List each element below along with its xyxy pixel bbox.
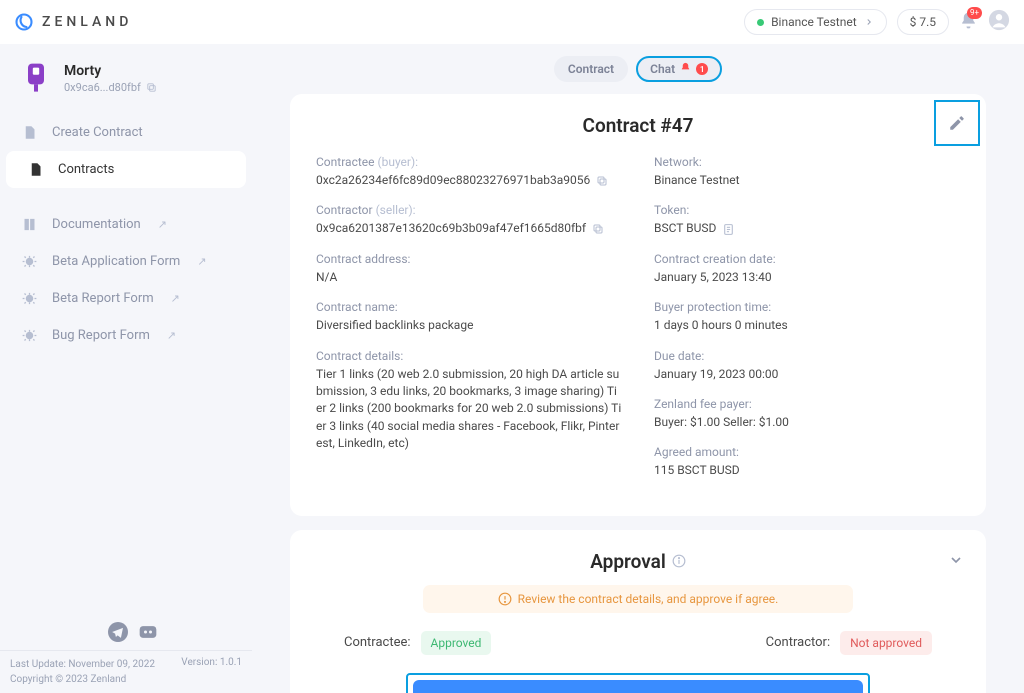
nav-beta-application[interactable]: Beta Application Form ↗ bbox=[0, 243, 252, 280]
fee-label: Zenland fee payer: bbox=[654, 397, 960, 411]
external-link-icon: ↗ bbox=[171, 292, 180, 305]
protection-label: Buyer protection time: bbox=[654, 300, 960, 314]
contractee-label: Contractee (buyer): bbox=[316, 155, 622, 169]
bug-icon bbox=[22, 291, 37, 306]
amount-label: Agreed amount: bbox=[654, 445, 960, 459]
discord-icon[interactable] bbox=[138, 622, 158, 642]
contract-card: Contract #47 Contractee (buyer): 0xc2a26… bbox=[290, 94, 986, 516]
copy-icon[interactable] bbox=[146, 82, 157, 93]
nav: Create Contract Contracts Documentation … bbox=[0, 114, 252, 354]
protection-value: 1 days 0 hours 0 minutes bbox=[654, 317, 960, 334]
contractor-approval: Contractor: Not approved bbox=[766, 631, 932, 655]
balance-display: $ 7.5 bbox=[897, 9, 949, 35]
nav-bug-report[interactable]: Bug Report Form ↗ bbox=[0, 317, 252, 354]
notifications-button[interactable]: 9+ bbox=[959, 11, 978, 34]
collapse-toggle[interactable] bbox=[948, 552, 964, 572]
sidebar: Morty 0x9ca6...d80fbf Create Contract Co… bbox=[0, 44, 252, 693]
brand-text: ZENLAND bbox=[42, 14, 132, 30]
document-icon[interactable] bbox=[722, 223, 735, 236]
fee-value: Buyer: $1.00 Seller: $1.00 bbox=[654, 414, 960, 431]
status-dot-icon bbox=[757, 19, 764, 26]
token-label: Token: bbox=[654, 203, 960, 217]
contract-address-value: N/A bbox=[316, 269, 622, 286]
approve-button-highlight: Approve bbox=[406, 673, 870, 693]
user-avatar-icon bbox=[20, 62, 52, 94]
contractee-address: 0xc2a26234ef6fc89d09ec88023276971bab3a90… bbox=[316, 172, 622, 189]
nav-contracts[interactable]: Contracts bbox=[6, 151, 246, 188]
approved-badge: Approved bbox=[421, 631, 492, 655]
last-update: Last Update: November 09, 2022 bbox=[10, 657, 155, 672]
contractee-approval: Contractee: Approved bbox=[344, 631, 491, 655]
notification-badge: 9+ bbox=[967, 7, 982, 19]
due-value: January 19, 2023 00:00 bbox=[654, 366, 960, 383]
copyright: Copyright © 2023 Zenland bbox=[10, 672, 155, 687]
bug-icon bbox=[22, 328, 37, 343]
contract-name-value: Diversified backlinks package bbox=[316, 317, 622, 334]
nav-documentation[interactable]: Documentation ↗ bbox=[0, 206, 252, 243]
edit-button[interactable] bbox=[934, 100, 980, 146]
bell-small-icon bbox=[680, 62, 691, 76]
sidebar-footer: Last Update: November 09, 2022 Copyright… bbox=[0, 650, 252, 693]
header: ZENLAND Binance Testnet $ 7.5 9+ bbox=[0, 0, 1024, 44]
logo-icon bbox=[14, 12, 34, 32]
network-label: Network: bbox=[654, 155, 960, 169]
approval-title: Approval bbox=[316, 550, 960, 573]
social-links bbox=[88, 614, 252, 650]
bug-icon bbox=[22, 254, 37, 269]
external-link-icon: ↗ bbox=[197, 255, 206, 268]
creation-label: Contract creation date: bbox=[654, 252, 960, 266]
tab-contract[interactable]: Contract bbox=[554, 56, 628, 82]
user-circle-icon bbox=[988, 9, 1010, 31]
contract-details-value: Tier 1 links (20 web 2.0 submission, 20 … bbox=[316, 366, 622, 453]
not-approved-badge: Not approved bbox=[840, 631, 932, 655]
chevron-right-icon bbox=[864, 17, 874, 27]
creation-value: January 5, 2023 13:40 bbox=[654, 269, 960, 286]
chevron-down-icon bbox=[948, 552, 964, 568]
external-link-icon: ↗ bbox=[167, 329, 176, 342]
file-icon bbox=[28, 162, 43, 177]
tab-chat[interactable]: Chat 1 bbox=[636, 56, 722, 82]
amount-value: 115 BSCT BUSD bbox=[654, 462, 960, 479]
token-value: BSCT BUSD bbox=[654, 220, 960, 237]
network-selector[interactable]: Binance Testnet bbox=[744, 9, 887, 35]
alert-icon bbox=[498, 592, 512, 606]
tabs: Contract Chat 1 bbox=[290, 56, 986, 82]
contractor-address: 0x9ca6201387e13620c69b3b09af47ef1665d80f… bbox=[316, 220, 622, 237]
file-icon bbox=[22, 125, 37, 140]
account-button[interactable] bbox=[988, 9, 1010, 35]
info-icon[interactable] bbox=[672, 554, 686, 568]
version: Version: 1.0.1 bbox=[181, 657, 242, 687]
pencil-icon bbox=[948, 114, 966, 132]
contract-name-label: Contract name: bbox=[316, 300, 622, 314]
due-label: Due date: bbox=[654, 349, 960, 363]
contractor-label: Contractor (seller): bbox=[316, 203, 622, 217]
docs-icon bbox=[22, 217, 37, 232]
nav-create-contract[interactable]: Create Contract bbox=[0, 114, 252, 151]
copy-icon[interactable] bbox=[592, 223, 604, 235]
external-link-icon: ↗ bbox=[158, 218, 167, 231]
network-value: Binance Testnet bbox=[654, 172, 960, 189]
copy-icon[interactable] bbox=[596, 175, 608, 187]
chat-badge: 1 bbox=[696, 63, 708, 75]
logo[interactable]: ZENLAND bbox=[14, 12, 132, 32]
approval-card: Approval Review the contract details, an… bbox=[290, 530, 986, 693]
telegram-icon[interactable] bbox=[108, 622, 128, 642]
approve-button[interactable]: Approve bbox=[413, 680, 863, 693]
nav-beta-report[interactable]: Beta Report Form ↗ bbox=[0, 280, 252, 317]
user-name: Morty bbox=[64, 63, 157, 79]
network-name: Binance Testnet bbox=[771, 15, 857, 29]
user-block: Morty 0x9ca6...d80fbf bbox=[0, 44, 252, 114]
contract-details-label: Contract details: bbox=[316, 349, 622, 363]
approval-notice: Review the contract details, and approve… bbox=[423, 585, 853, 613]
main-content: Contract Chat 1 Contract #47 Contractee … bbox=[252, 44, 1024, 693]
user-address: 0x9ca6...d80fbf bbox=[64, 81, 157, 94]
contract-title: Contract #47 bbox=[316, 114, 960, 137]
contract-address-label: Contract address: bbox=[316, 252, 622, 266]
